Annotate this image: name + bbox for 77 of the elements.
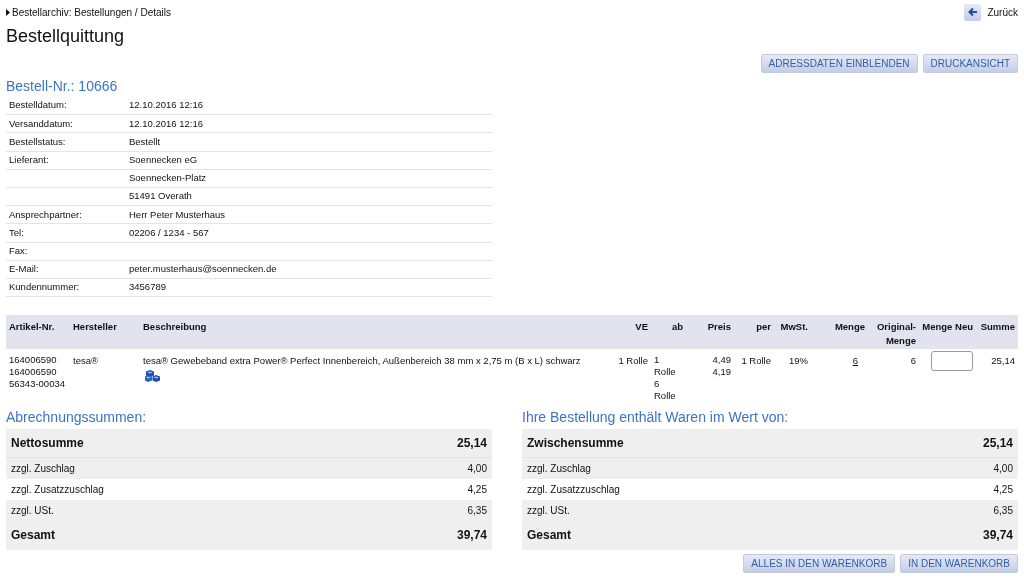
summary-value: 6,35: [993, 503, 1013, 518]
detail-label: E-Mail:: [9, 262, 40, 277]
summary-label: zzgl. Zuschlag: [527, 461, 591, 476]
detail-label: Fax:: [9, 243, 29, 258]
detail-label: Bestelldatum:: [9, 98, 68, 113]
summary-label: zzgl. Zusatzzuschlag: [11, 482, 104, 497]
line-total: 25,14: [991, 354, 1015, 366]
back-link[interactable]: Zurück: [987, 4, 1018, 20]
column-header: Menge Neu: [919, 315, 976, 349]
price-unit: 1 Rolle: [741, 354, 771, 366]
summary-label: Zwischensumme: [527, 434, 624, 452]
page-title: Bestellquittung: [6, 25, 126, 47]
detail-value: 51491 Overath: [129, 189, 192, 204]
detail-value: Soennecken eG: [129, 153, 198, 168]
detail-value: 12.10.2016 12:16: [129, 98, 203, 113]
summary-value: 4,25: [993, 482, 1013, 497]
summary-label: zzgl. Zusatzzuschlag: [527, 482, 620, 497]
triangle-icon: [6, 8, 10, 16]
order-number: Bestell-Nr.: 10666: [6, 77, 119, 96]
article-number: 164006590 164006590 56343-00034: [9, 353, 66, 390]
summary-value: 4,00: [993, 461, 1013, 476]
column-header: Menge: [811, 315, 868, 349]
detail-value: Herr Peter Musterhaus: [129, 207, 226, 222]
action-button[interactable]: ADRESSDATEN EINBLENDEN: [760, 54, 918, 73]
vat-rate: 19%: [789, 354, 808, 366]
summary-label: zzgl. USt.: [527, 503, 570, 518]
detail-label: Ansprechpartner:: [9, 207, 83, 222]
column-header: Hersteller: [70, 315, 140, 349]
summary-value: 39,74: [456, 527, 487, 545]
detail-value: Soennecken-Platz: [129, 171, 207, 186]
detail-label: Bestellstatus:: [9, 134, 67, 149]
column-header: VE: [606, 315, 651, 349]
summary-label: zzgl. Zuschlag: [11, 461, 75, 476]
column-header: Artikel-Nr.: [6, 315, 70, 349]
detail-value: 12.10.2016 12:16: [129, 116, 203, 131]
summary-value: 4,25: [467, 482, 487, 497]
summary-value: 4,00: [467, 461, 487, 476]
breadcrumb[interactable]: Bestellarchiv: Bestellungen / Details: [12, 4, 171, 20]
quantity-link[interactable]: 6: [852, 354, 858, 366]
column-header: Preis: [686, 315, 734, 349]
price: 4,49 4,19: [711, 353, 731, 378]
detail-value: 3456789: [129, 280, 166, 295]
cart-button[interactable]: ALLES IN DEN WARENKORB: [743, 553, 896, 573]
section-heading: Abrechnungssummen:: [6, 407, 148, 427]
summary-label: Gesamt: [11, 527, 56, 545]
column-header: Original-Menge: [868, 315, 919, 349]
section-heading: Ihre Bestellung enthält Waren im Wert von:: [522, 407, 790, 427]
cubes-icon: [145, 369, 161, 383]
detail-label: Versanddatum:: [9, 116, 74, 131]
quantity-input[interactable]: [931, 350, 973, 371]
tier-quantity: 1 Rolle 6 Rolle: [654, 353, 677, 402]
column-header: Summe: [976, 315, 1018, 349]
column-header: per: [734, 315, 774, 349]
original-quantity: 6: [910, 354, 916, 366]
detail-label: Kundennummer:: [9, 280, 81, 295]
arrow-left-icon: [967, 7, 978, 17]
packaging-unit: 1 Rolle: [618, 354, 648, 366]
back-button[interactable]: [964, 3, 982, 21]
column-header: ab: [651, 315, 686, 349]
description: tesa® Gewebeband extra Power® Perfect Innenbereich, Außenbereich 38 mm x 2,75 m (B x L) schwarz: [143, 353, 582, 368]
detail-value: Bestellt: [129, 134, 161, 149]
cart-button[interactable]: IN DEN WARENKORB: [900, 553, 1018, 573]
column-header: Beschreibung: [140, 315, 606, 349]
action-button[interactable]: DRUCKANSICHT: [922, 54, 1018, 73]
summary-label: Gesamt: [527, 527, 572, 545]
summary-value: 25,14: [456, 434, 487, 452]
detail-value: peter.musterhaus@soennecken.de: [129, 262, 277, 277]
summary-value: 25,14: [982, 434, 1013, 452]
summary-value: 39,74: [982, 527, 1013, 545]
detail-label: Lieferant:: [9, 153, 50, 168]
summary-label: Nettosumme: [11, 434, 84, 452]
detail-value: 02206 / 1234 - 567: [129, 225, 209, 240]
summary-value: 6,35: [467, 503, 487, 518]
manufacturer: tesa®: [73, 354, 98, 366]
column-header: MwSt.: [774, 315, 811, 349]
summary-label: zzgl. USt.: [11, 503, 54, 518]
detail-label: Tel:: [9, 225, 25, 240]
